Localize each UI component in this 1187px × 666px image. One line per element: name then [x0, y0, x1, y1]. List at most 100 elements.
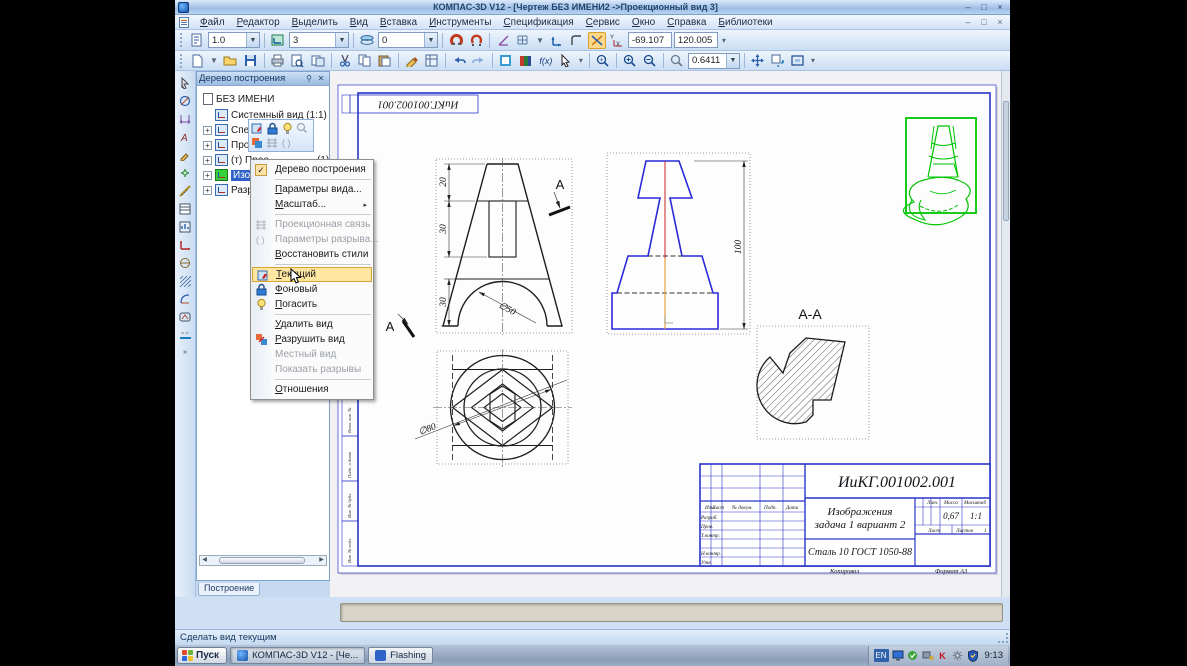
scroll-left-arrow[interactable]: ◀: [200, 556, 209, 565]
copy-properties-icon[interactable]: [403, 52, 421, 69]
copy-icon[interactable]: [356, 52, 374, 69]
taskbar-task-kompas[interactable]: КОМПАС-3D V12 - [Че...: [230, 647, 365, 664]
ctx-item-projection-link[interactable]: Проекционная связь: [251, 217, 373, 232]
context-help-icon[interactable]: [557, 52, 575, 69]
axis-tool-icon[interactable]: [177, 327, 193, 342]
ortho-drawing-icon[interactable]: [588, 32, 606, 49]
menu-specification[interactable]: Спецификация: [497, 16, 579, 29]
broken-view-icon[interactable]: [177, 255, 193, 270]
paste-icon[interactable]: [376, 52, 394, 69]
scale-combo-arrow[interactable]: ▼: [246, 33, 259, 47]
ctx-item-scale[interactable]: Масштаб... ▸: [251, 197, 373, 212]
projection-link-icon[interactable]: [265, 136, 279, 150]
cut-icon[interactable]: [336, 52, 354, 69]
zoom-view-icon[interactable]: [295, 121, 309, 135]
print-icon[interactable]: [269, 52, 287, 69]
hide-bulb-icon[interactable]: [280, 121, 294, 135]
undo-icon[interactable]: [450, 52, 468, 69]
tab-construction[interactable]: Построение: [198, 583, 260, 596]
view-number-combo[interactable]: 3▼: [289, 32, 349, 48]
canvas-vertical-scrollbar[interactable]: [1001, 71, 1010, 597]
sheet-params-icon[interactable]: [188, 32, 206, 49]
maximize-button[interactable]: □: [978, 2, 990, 12]
rounding-icon[interactable]: [568, 32, 586, 49]
save-icon[interactable]: [242, 52, 260, 69]
ctx-item-break-params[interactable]: ( ) Параметры разрыва...: [251, 232, 373, 247]
resize-grip[interactable]: [998, 633, 1008, 643]
grid-icon[interactable]: [514, 32, 532, 49]
view-combo-arrow[interactable]: ▼: [335, 33, 348, 47]
ctx-item-tree[interactable]: ✓ Дерево построения: [251, 162, 373, 177]
new-document-icon[interactable]: [188, 52, 206, 69]
display-tray-icon[interactable]: [892, 650, 904, 662]
fx-variables-icon[interactable]: f(x): [537, 52, 555, 69]
geometry-tool-icon[interactable]: [177, 93, 193, 108]
zoom-current-icon[interactable]: [668, 52, 686, 69]
designations-tool-icon[interactable]: A: [177, 129, 193, 144]
zoom-combo-arrow[interactable]: ▼: [726, 54, 739, 68]
menu-help[interactable]: Справка: [661, 16, 712, 29]
expand-plus-icon[interactable]: +: [203, 171, 212, 180]
ctx-item-relations[interactable]: Отношения: [251, 382, 373, 397]
pin-icon[interactable]: ⚲: [303, 74, 315, 83]
zoom-in-icon[interactable]: [621, 52, 639, 69]
properties-table-icon[interactable]: [423, 52, 441, 69]
start-button[interactable]: Пуск: [177, 647, 227, 664]
refresh-view-icon[interactable]: [769, 52, 787, 69]
menu-service[interactable]: Сервис: [580, 16, 626, 29]
layers-icon[interactable]: [358, 32, 376, 49]
current-view-icon[interactable]: [269, 32, 287, 49]
scale-combo[interactable]: 1.0▼: [208, 32, 260, 48]
contour-tool-icon[interactable]: [177, 291, 193, 306]
open-icon[interactable]: [222, 52, 240, 69]
make-current-icon[interactable]: [250, 121, 264, 135]
ctx-item-background[interactable]: Фоновый: [251, 282, 373, 297]
expand-plus-icon[interactable]: +: [203, 156, 212, 165]
background-lock-icon[interactable]: [265, 121, 279, 135]
scroll-right-arrow[interactable]: ▶: [317, 556, 326, 565]
standard-overflow-chevron[interactable]: ▾: [579, 56, 583, 65]
coord-x-field[interactable]: 120.005: [674, 32, 718, 48]
parametrization-tool-icon[interactable]: [177, 165, 193, 180]
library-manager-icon[interactable]: [517, 52, 535, 69]
spec-tool-icon[interactable]: [177, 201, 193, 216]
coord-y-field[interactable]: -69.107: [628, 32, 672, 48]
toolbar-grip-2[interactable]: [180, 54, 184, 68]
hatch-tool-icon[interactable]: [177, 273, 193, 288]
snap-settings-magnet-icon[interactable]: [467, 32, 485, 49]
sketch-tool-icon[interactable]: [177, 309, 193, 324]
ctx-item-delete-view[interactable]: Удалить вид: [251, 317, 373, 332]
tree-root-item[interactable]: БЕЗ ИМЕНИ: [203, 92, 274, 106]
ctx-item-destroy-view[interactable]: Разрушить вид: [251, 332, 373, 347]
menu-editor[interactable]: Редактор: [231, 16, 286, 29]
reports-tool-icon[interactable]: [177, 219, 193, 234]
view-layers-icon[interactable]: [250, 136, 264, 150]
zoom-rect-icon[interactable]: +: [594, 52, 612, 69]
zoom-overflow-chevron[interactable]: ▾: [811, 56, 815, 65]
zoom-combo[interactable]: 0.6411▼: [688, 53, 740, 69]
expand-plus-icon[interactable]: +: [203, 186, 212, 195]
print-preview-icon[interactable]: [289, 52, 307, 69]
child-minimize-button[interactable]: –: [962, 17, 974, 27]
ctx-item-local-view[interactable]: Местный вид: [251, 347, 373, 362]
panel-expand-chevron[interactable]: »: [177, 345, 193, 360]
local-cs-icon[interactable]: [548, 32, 566, 49]
menu-file[interactable]: Файл: [194, 16, 231, 29]
document-manager-icon[interactable]: [309, 52, 327, 69]
menu-insert[interactable]: Вставка: [374, 16, 423, 29]
property-bar-field[interactable]: [340, 603, 1003, 622]
layer-combo[interactable]: 0▼: [378, 32, 438, 48]
ctx-item-show-breaks[interactable]: Показать разрывы: [251, 362, 373, 377]
menu-select[interactable]: Выделить: [286, 16, 344, 29]
kaspersky-tray-icon[interactable]: K: [937, 650, 949, 662]
child-maximize-button[interactable]: □: [978, 17, 990, 27]
dimensions-tool-icon[interactable]: [177, 111, 193, 126]
ctx-item-hide[interactable]: Погасить: [251, 297, 373, 312]
grid-dropdown-arrow[interactable]: ▼: [536, 36, 544, 45]
minimize-button[interactable]: –: [962, 2, 974, 12]
close-button[interactable]: ×: [994, 2, 1006, 12]
break-params-icon[interactable]: ( ): [280, 136, 294, 150]
ctx-item-view-params[interactable]: Параметры вида...: [251, 182, 373, 197]
angle-snap-icon[interactable]: [494, 32, 512, 49]
scroll-thumb[interactable]: [219, 557, 305, 564]
